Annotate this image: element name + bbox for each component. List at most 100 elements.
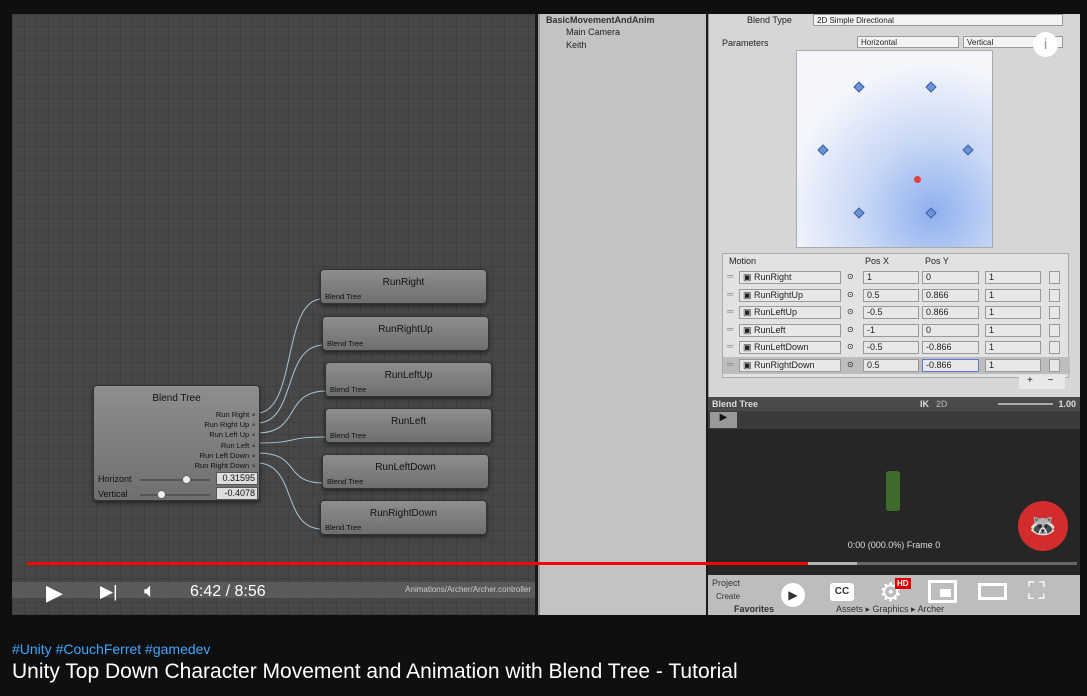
node-run-right-down[interactable]: RunRightDown Blend Tree bbox=[320, 500, 487, 535]
vertical-slider[interactable] bbox=[140, 490, 210, 499]
progress-played bbox=[27, 562, 809, 565]
hierarchy-root[interactable]: BasicMovementAndAnim bbox=[546, 15, 655, 25]
node-run-left-down[interactable]: RunLeftDown Blend Tree bbox=[322, 454, 489, 489]
theater-mode-icon[interactable] bbox=[978, 583, 1007, 600]
info-icon[interactable]: i bbox=[1033, 32, 1058, 57]
pos-x-field[interactable]: -1 bbox=[863, 323, 919, 337]
video-player[interactable]: Blend Tree Run Right ∘ Run Right Up ∘ Ru… bbox=[12, 14, 1080, 615]
pos-y-field[interactable]: 0.866 bbox=[922, 306, 979, 319]
speed-field[interactable]: 1 bbox=[985, 288, 1041, 302]
hashtags[interactable]: #Unity #CouchFerret #gamedev bbox=[12, 641, 210, 657]
motion-field[interactable]: ▣ RunLeft bbox=[739, 323, 841, 337]
output-port[interactable]: Run Left Down ∘ bbox=[195, 451, 256, 461]
speed-field[interactable]: 1 bbox=[985, 323, 1041, 337]
motion-field[interactable]: ▣ RunLeftUp bbox=[739, 306, 841, 319]
2d-toggle[interactable]: 2D bbox=[936, 397, 948, 411]
hierarchy-item[interactable]: Main Camera bbox=[566, 27, 620, 37]
pos-y-field[interactable]: 0.866 bbox=[922, 288, 979, 302]
node-run-right[interactable]: RunRight Blend Tree bbox=[320, 269, 487, 304]
blend-type-label: Blend Type bbox=[747, 15, 792, 25]
drag-handle-icon[interactable]: ═ bbox=[727, 324, 733, 334]
output-port[interactable]: Run Left ∘ bbox=[195, 441, 256, 451]
node-run-left-up[interactable]: RunLeftUp Blend Tree bbox=[325, 362, 492, 397]
mirror-checkbox[interactable] bbox=[1049, 271, 1060, 284]
create-button[interactable]: Create bbox=[716, 592, 740, 601]
pos-x-field[interactable]: -0.5 bbox=[863, 341, 919, 354]
drag-handle-icon[interactable]: ═ bbox=[727, 271, 733, 281]
mirror-checkbox[interactable] bbox=[1049, 358, 1060, 372]
blend-point[interactable] bbox=[925, 207, 937, 219]
blend-point[interactable] bbox=[816, 144, 829, 156]
mirror-checkbox[interactable] bbox=[1049, 323, 1060, 337]
col-motion: Motion bbox=[729, 256, 757, 266]
remove-motion-button[interactable]: − bbox=[1048, 375, 1054, 386]
miniplayer-icon[interactable] bbox=[928, 580, 957, 603]
blend-canvas[interactable] bbox=[796, 50, 993, 248]
pos-x-field[interactable]: 0.5 bbox=[863, 288, 919, 302]
vertical-value[interactable]: -0.4078 bbox=[216, 487, 258, 500]
mirror-checkbox[interactable] bbox=[1049, 306, 1060, 319]
output-port[interactable]: Run Right Up ∘ bbox=[195, 420, 256, 430]
play-icon[interactable]: ▶ bbox=[46, 580, 63, 606]
pos-x-field[interactable]: 0.5 bbox=[863, 358, 919, 372]
progress-bar[interactable] bbox=[27, 562, 1077, 565]
autoplay-toggle[interactable]: ▶ bbox=[781, 583, 805, 607]
blend-point[interactable] bbox=[961, 144, 974, 156]
fullscreen-icon[interactable]: ⛶ bbox=[1028, 578, 1045, 606]
channel-watermark[interactable]: 🦝 bbox=[1018, 501, 1068, 551]
drag-handle-icon[interactable]: ═ bbox=[727, 341, 733, 351]
blend-point[interactable] bbox=[853, 207, 865, 219]
node-run-right-up[interactable]: RunRightUp Blend Tree bbox=[322, 316, 489, 351]
speed-slider[interactable] bbox=[998, 403, 1053, 405]
output-port[interactable]: Run Right ∘ bbox=[195, 410, 256, 420]
picker-icon[interactable]: ⊙ bbox=[847, 360, 854, 369]
blend-point[interactable] bbox=[925, 81, 937, 93]
mirror-checkbox[interactable] bbox=[1049, 288, 1060, 302]
output-port[interactable]: Run Right Down ∘ bbox=[195, 461, 256, 471]
vertical-param: Vertical -0.4078 bbox=[98, 487, 258, 500]
speed-field[interactable]: 1 bbox=[985, 306, 1041, 319]
drag-handle-icon[interactable]: ═ bbox=[727, 306, 733, 316]
picker-icon[interactable]: ⊙ bbox=[847, 307, 854, 316]
speed-field[interactable]: 1 bbox=[985, 341, 1041, 354]
horizontal-slider[interactable] bbox=[140, 475, 210, 484]
picker-icon[interactable]: ⊙ bbox=[847, 290, 854, 299]
blend-type-select[interactable]: 2D Simple Directional bbox=[813, 14, 1063, 26]
parameters-label: Parameters bbox=[722, 38, 769, 48]
motion-field[interactable]: ▣ RunRightUp bbox=[739, 288, 841, 302]
speed-field[interactable]: 1 bbox=[985, 271, 1041, 284]
hierarchy-item[interactable]: Keith bbox=[566, 40, 587, 50]
horizontal-value[interactable]: 0.31595 bbox=[216, 472, 258, 485]
speed-field[interactable]: 1 bbox=[985, 358, 1041, 372]
node-run-left[interactable]: RunLeft Blend Tree bbox=[325, 408, 492, 443]
motion-field[interactable]: ▣ RunRight bbox=[739, 271, 841, 284]
picker-icon[interactable]: ⊙ bbox=[847, 325, 854, 334]
pos-y-field[interactable]: 0 bbox=[922, 323, 979, 337]
motion-table: Motion Pos X Pos Y ═ ▣ RunRight ⊙ 1 0 1 … bbox=[722, 253, 1070, 378]
captions-icon[interactable]: CC bbox=[830, 583, 854, 601]
project-tab[interactable]: Project bbox=[712, 578, 740, 588]
ik-toggle[interactable]: IK bbox=[920, 397, 929, 411]
output-port[interactable]: Run Left Up ∘ bbox=[195, 430, 256, 440]
drag-handle-icon[interactable]: ═ bbox=[727, 289, 733, 299]
motion-field[interactable]: ▣ RunLeftDown bbox=[739, 341, 841, 354]
blend-tree-node[interactable]: Blend Tree Run Right ∘ Run Right Up ∘ Ru… bbox=[93, 385, 260, 501]
blend-point[interactable] bbox=[853, 81, 865, 93]
pos-y-field[interactable]: 0 bbox=[922, 271, 979, 284]
picker-icon[interactable]: ⊙ bbox=[847, 342, 854, 351]
pos-x-field[interactable]: -0.5 bbox=[863, 306, 919, 319]
volume-icon[interactable]: 🔈︎ bbox=[144, 580, 156, 603]
pos-y-field[interactable]: -0.866 bbox=[922, 358, 979, 372]
drag-handle-icon[interactable]: ═ bbox=[727, 359, 733, 369]
pos-y-field[interactable]: -0.866 bbox=[922, 341, 979, 354]
mirror-checkbox[interactable] bbox=[1049, 341, 1060, 354]
motion-field[interactable]: ▣ RunRightDown bbox=[739, 358, 841, 372]
node-title: Blend Tree bbox=[152, 393, 201, 404]
preview-play-button[interactable]: ▶ bbox=[710, 412, 737, 428]
favorites[interactable]: Favorites bbox=[734, 604, 774, 614]
param-x-select[interactable]: Horizontal bbox=[857, 36, 959, 48]
next-icon[interactable]: ▶| bbox=[100, 582, 118, 602]
pos-x-field[interactable]: 1 bbox=[863, 271, 919, 284]
picker-icon[interactable]: ⊙ bbox=[847, 272, 854, 281]
add-motion-button[interactable]: + bbox=[1027, 375, 1033, 386]
